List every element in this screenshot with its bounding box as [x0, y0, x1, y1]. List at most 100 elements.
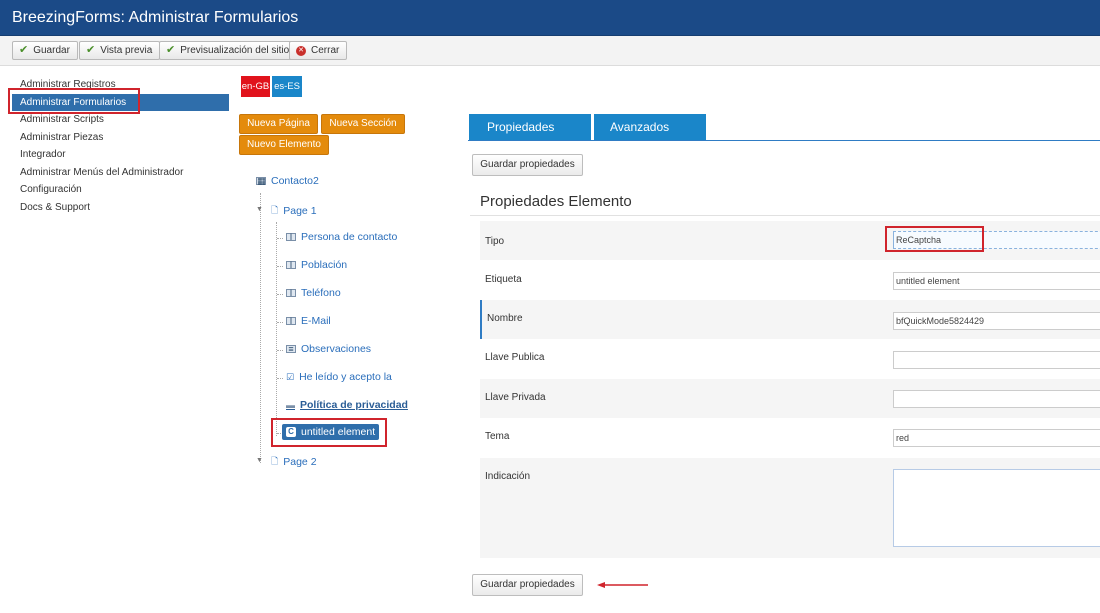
- tree-element-node[interactable]: ☑ He leído y acepto la: [286, 371, 392, 383]
- tree-element-label: He leído y acepto la: [299, 371, 392, 383]
- close-button[interactable]: ✕ Cerrar: [289, 41, 348, 60]
- section-divider: [470, 215, 1100, 216]
- tree-element-label: Observaciones: [301, 343, 372, 355]
- site-preview-button[interactable]: ✔ Previsualización del sitio: [159, 41, 298, 60]
- sidebar-item-docs[interactable]: Docs & Support: [12, 199, 229, 217]
- tree-element-node[interactable]: ≡ Observaciones: [286, 343, 371, 355]
- new-section-button[interactable]: Nueva Sección: [321, 114, 405, 134]
- tree-guide: [260, 193, 261, 463]
- textfield-icon: I: [286, 261, 296, 270]
- tree-element-label: Población: [301, 259, 348, 271]
- textarea-icon: ≡: [286, 345, 296, 354]
- nombre-field[interactable]: bfQuickMode5824429: [893, 312, 1100, 330]
- property-label: Nombre: [487, 313, 523, 324]
- collapse-icon[interactable]: ▼: [256, 206, 263, 213]
- sidebar-menu: Administrar Registros Administrar Formul…: [12, 76, 229, 216]
- tree-selected-label: untitled element: [301, 426, 376, 438]
- textfield-icon: I: [286, 289, 296, 298]
- page-icon: 🗋: [271, 205, 279, 215]
- tree-connector: [277, 378, 283, 379]
- property-label: Etiqueta: [485, 274, 522, 285]
- folder-icon: ▬: [286, 400, 295, 410]
- page-title: BreezingForms: Administrar Formularios: [12, 9, 299, 26]
- textfield-icon: I: [286, 317, 296, 326]
- captcha-icon: C: [286, 427, 296, 437]
- site-preview-button-label: Previsualización del sitio: [180, 45, 290, 56]
- sidebar-item-scripts[interactable]: Administrar Scripts: [12, 111, 229, 129]
- save-properties-button-bottom[interactable]: Guardar propiedades: [472, 574, 583, 596]
- app-header: BreezingForms: Administrar Formularios: [0, 0, 1100, 36]
- checkbox-icon: ☑: [286, 371, 295, 382]
- close-icon: ✕: [296, 45, 306, 56]
- tree-page2-label: Page 2: [283, 456, 317, 468]
- sidebar-item-configuracion[interactable]: Configuración: [12, 181, 229, 199]
- toolbar: ✔ Guardar ✔ Vista previa ✔ Previsualizac…: [0, 36, 1100, 66]
- save-properties-button-top[interactable]: Guardar propiedades: [472, 154, 583, 176]
- preview-button[interactable]: ✔ Vista previa: [79, 41, 161, 60]
- property-row-llave-publica: Llave Publica: [480, 339, 1100, 378]
- collapse-icon[interactable]: ▼: [256, 457, 263, 464]
- tree-element-node[interactable]: I E-Mail: [286, 315, 331, 327]
- tipo-field[interactable]: ReCaptcha: [893, 231, 1100, 249]
- etiqueta-field[interactable]: untitled element: [893, 272, 1100, 290]
- tree-connector: [277, 350, 283, 351]
- sidebar-item-menus[interactable]: Administrar Menús del Administrador: [12, 164, 229, 182]
- property-label: Tipo: [485, 236, 505, 247]
- tab-propiedades[interactable]: Propiedades: [469, 114, 591, 141]
- indicacion-textarea[interactable]: [893, 469, 1100, 547]
- check-icon: ✔: [86, 44, 96, 56]
- tree-guide: [276, 222, 277, 436]
- sidebar-item-piezas[interactable]: Administrar Piezas: [12, 129, 229, 147]
- tree-element-label: Persona de contacto: [301, 231, 398, 243]
- tree-connector: [277, 322, 283, 323]
- property-row-llave-privada: Llave Privada: [480, 379, 1100, 418]
- tree-element-label: Teléfono: [301, 287, 341, 299]
- tree-element-node[interactable]: I Persona de contacto: [286, 231, 397, 243]
- property-label: Tema: [485, 431, 510, 442]
- property-label: Llave Publica: [485, 352, 545, 363]
- sidebar-item-integrador[interactable]: Integrador: [12, 146, 229, 164]
- check-icon: ✔: [19, 44, 29, 56]
- tree-section-node[interactable]: ▬ Política de privacidad: [286, 399, 408, 411]
- new-element-button[interactable]: Nuevo Elemento: [239, 135, 329, 155]
- close-button-label: Cerrar: [311, 45, 340, 56]
- section-title: Propiedades Elemento: [480, 193, 632, 210]
- tree-connector: [277, 294, 283, 295]
- tree-element-label: E-Mail: [301, 315, 331, 327]
- tree-form-node[interactable]: ▦ Contacto2: [256, 175, 319, 187]
- tree-page1-label: Page 1: [283, 205, 317, 217]
- check-icon: ✔: [166, 44, 176, 56]
- property-label: Indicación: [485, 471, 531, 482]
- new-page-button[interactable]: Nueva Página: [239, 114, 318, 134]
- textfield-icon: I: [286, 233, 296, 242]
- property-row-nombre: Nombre bfQuickMode5824429: [480, 300, 1100, 339]
- save-button[interactable]: ✔ Guardar: [12, 41, 78, 60]
- page-icon: 🗋: [271, 456, 279, 466]
- property-label: Llave Privada: [485, 392, 546, 403]
- tree-page2-node[interactable]: 🗋 Page 2: [271, 454, 317, 470]
- lang-en-gb-button[interactable]: en-GB: [241, 76, 270, 97]
- tree-selected-element[interactable]: C untitled element: [282, 424, 380, 440]
- property-row-tipo: Tipo ReCaptcha: [480, 221, 1100, 260]
- tree-connector: [277, 266, 283, 267]
- sidebar-item-registros[interactable]: Administrar Registros: [12, 76, 229, 94]
- tree-element-node[interactable]: I Población: [286, 259, 347, 271]
- preview-button-label: Vista previa: [100, 45, 153, 56]
- save-button-label: Guardar: [33, 45, 70, 56]
- annotation-arrow-icon: [597, 582, 648, 588]
- tab-underline: [468, 140, 1100, 141]
- tab-avanzados[interactable]: Avanzados: [594, 114, 706, 141]
- tree-form-label: Contacto2: [271, 175, 319, 187]
- property-row-tema: Tema red: [480, 418, 1100, 457]
- property-row-etiqueta: Etiqueta untitled element: [480, 260, 1100, 299]
- llave-privada-field[interactable]: [893, 390, 1100, 408]
- tree-page1-node[interactable]: 🗋 Page 1: [271, 203, 317, 219]
- llave-publica-field[interactable]: [893, 351, 1100, 369]
- tree-section-label: Política de privacidad: [300, 399, 408, 411]
- sidebar-item-formularios[interactable]: Administrar Formularios: [12, 93, 229, 111]
- form-icon: ▦: [256, 176, 266, 186]
- lang-es-es-button[interactable]: es-ES: [272, 76, 302, 97]
- tree-connector: [277, 238, 283, 239]
- tree-element-node[interactable]: I Teléfono: [286, 287, 341, 299]
- tema-field[interactable]: red: [893, 429, 1100, 447]
